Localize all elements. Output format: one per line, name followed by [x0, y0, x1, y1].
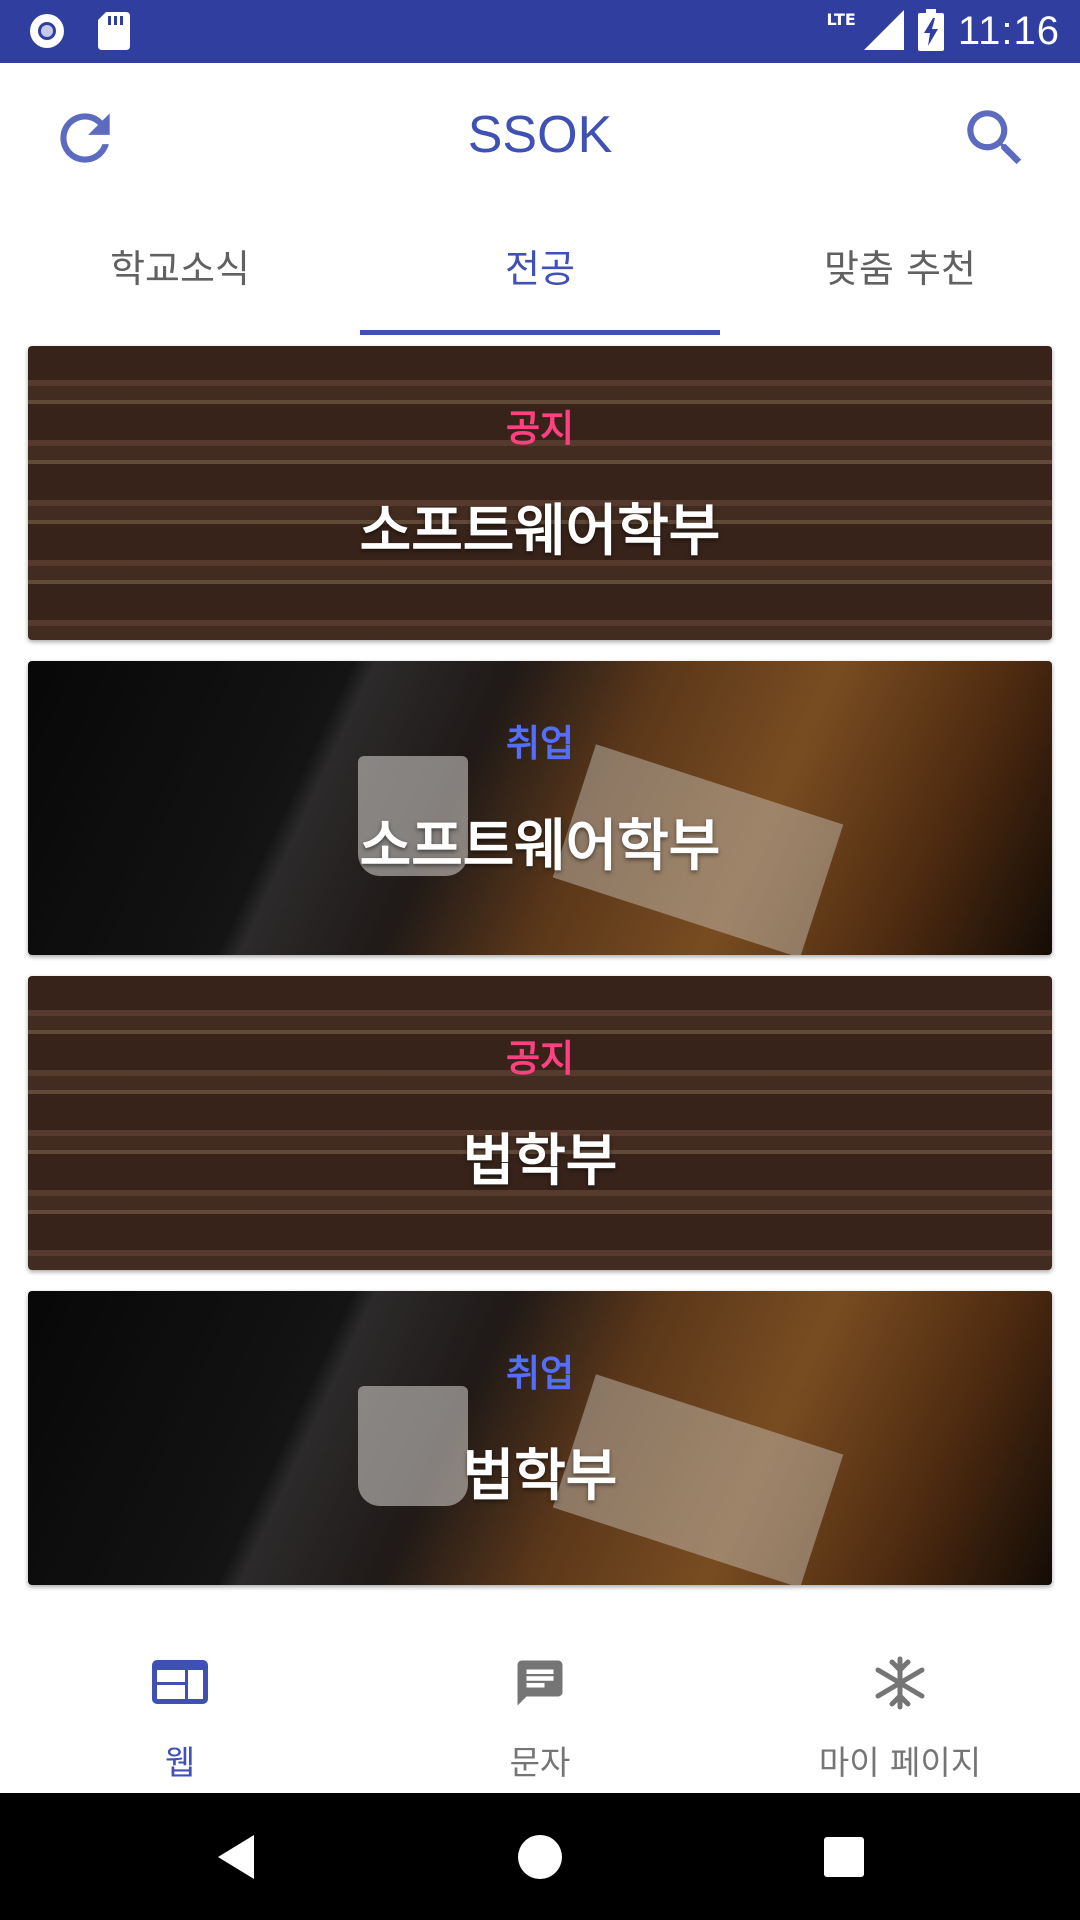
message-icon — [517, 1660, 563, 1706]
system-navigation-bar — [0, 1793, 1080, 1920]
card-title: 법학부 — [462, 1129, 618, 1194]
card-title: 법학부 — [462, 1444, 618, 1509]
tab-major[interactable]: 전공 — [360, 213, 720, 335]
nav-item-web[interactable]: 웹 — [0, 1618, 360, 1793]
tab-school-news[interactable]: 학교소식 — [0, 213, 360, 335]
card-category: 공지 — [505, 407, 575, 450]
bottom-navigation: 웹 문자 마이 페이지 — [0, 1618, 1080, 1793]
search-button[interactable] — [958, 101, 1032, 175]
nav-item-message[interactable]: 문자 — [360, 1618, 720, 1793]
sd-card-icon — [98, 12, 130, 54]
tab-bar: 학교소식 전공 맞춤 추천 — [0, 213, 1080, 335]
card-category: 공지 — [505, 1037, 575, 1080]
asterisk-icon — [875, 1656, 925, 1710]
app-title: SSOK — [467, 106, 613, 164]
signal-icon — [863, 9, 904, 54]
card-item[interactable]: 취업 법학부 — [28, 1291, 1052, 1585]
nav-label: 문자 — [509, 1743, 571, 1782]
network-type-label: LTE — [826, 10, 856, 29]
record-icon — [28, 12, 66, 54]
nav-label: 웹 — [164, 1743, 196, 1782]
card-item[interactable]: 취업 소프트웨어학부 — [28, 661, 1052, 955]
card-title: 소프트웨어학부 — [359, 499, 721, 564]
nav-item-my-page[interactable]: 마이 페이지 — [720, 1618, 1080, 1793]
card-item[interactable]: 공지 법학부 — [28, 976, 1052, 1270]
status-bar: LTE 11:16 — [0, 0, 1080, 63]
home-icon[interactable] — [510, 1827, 570, 1887]
status-time: 11:16 — [957, 9, 1060, 53]
tab-recommendation[interactable]: 맞춤 추천 — [720, 213, 1080, 335]
web-icon — [152, 1660, 208, 1704]
recents-icon[interactable] — [814, 1827, 874, 1887]
card-list: 공지 소프트웨어학부 취업 소프트웨어학부 공지 법학부 취업 법학부 — [28, 346, 1052, 1606]
battery-charging-icon — [917, 8, 944, 55]
search-icon — [967, 110, 1022, 165]
back-icon[interactable] — [206, 1827, 266, 1887]
card-title: 소프트웨어학부 — [359, 814, 721, 879]
card-item[interactable]: 공지 소프트웨어학부 — [28, 346, 1052, 640]
nav-label: 마이 페이지 — [818, 1743, 982, 1782]
card-category: 취업 — [505, 1352, 575, 1395]
card-category: 취업 — [505, 722, 575, 765]
app-bar: SSOK — [0, 63, 1080, 213]
